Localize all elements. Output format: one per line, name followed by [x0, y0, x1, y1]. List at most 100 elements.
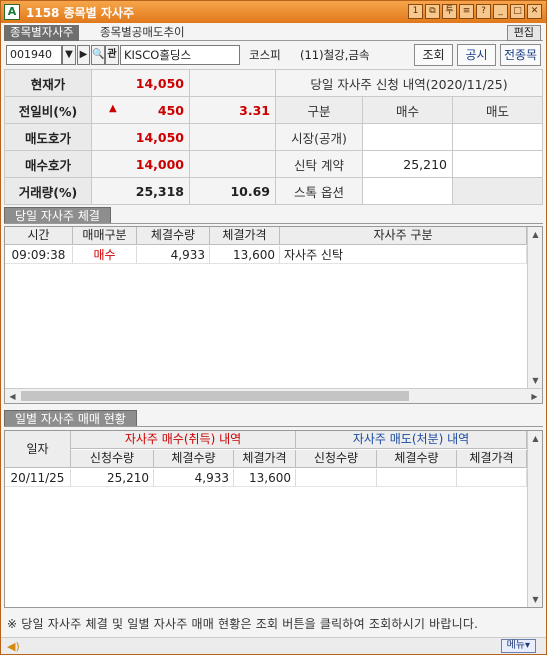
daily-date[interactable]: 20/11/25	[5, 469, 71, 487]
ask-price-label: 매도호가	[4, 123, 92, 151]
window-controls: 1 ⧉ 투 ≡ ? _ □ ✕	[408, 4, 542, 19]
daily-buy-qty[interactable]: 4,933	[154, 469, 234, 487]
daily-buy-price[interactable]: 13,600	[234, 469, 296, 487]
next-arrow-icon[interactable]: ▶	[77, 45, 90, 65]
help-button[interactable]: ?	[476, 4, 491, 19]
scroll-up-icon[interactable]: ▲	[528, 431, 543, 446]
scroll-left-icon[interactable]: ◀	[5, 389, 20, 404]
col-buy-exec-price[interactable]: 체결가격	[234, 450, 296, 468]
app-header-sell: 매도	[452, 96, 543, 124]
app-row-option-label: 스톡 옵션	[275, 177, 363, 205]
up-arrow-icon: ▲	[109, 102, 117, 114]
col-treasury-category[interactable]: 자사주 구분	[280, 227, 527, 245]
search-bar: 001940 ▼ ▶ 🔍 관 KISCO홀딩스 코스피 (11)철강,금속 조회…	[4, 44, 543, 66]
buy-group-header[interactable]: 자사주 매수(취득) 내역	[71, 431, 296, 449]
industry-label: (11)철강,금속	[300, 48, 370, 62]
volume-percent: 10.69	[189, 177, 276, 205]
edit-button[interactable]: 편집	[506, 25, 541, 41]
close-button[interactable]: ✕	[527, 4, 542, 19]
search-icon[interactable]: 🔍	[91, 45, 105, 65]
query-button[interactable]: 조회	[414, 44, 453, 66]
tab-short-sell-trend[interactable]: 종목별공매도추이	[94, 25, 191, 41]
col-buy-request-qty[interactable]: 신청수량	[71, 450, 154, 468]
bid-price-label: 매수호가	[4, 150, 92, 178]
trade-time[interactable]: 09:09:38	[5, 246, 73, 264]
daily-vscrollbar[interactable]: ▲ ▼	[527, 431, 542, 607]
trade-qty[interactable]: 4,933	[137, 246, 210, 264]
invest-button[interactable]: 투	[442, 4, 457, 19]
daily-buy-request[interactable]: 25,210	[71, 469, 154, 487]
hscroll-thumb[interactable]	[21, 391, 409, 401]
app-row-market-sell	[452, 123, 543, 151]
dropdown-arrow-icon[interactable]: ▼	[62, 45, 76, 65]
notice-text: ※ 당일 자사주 체결 및 일별 자사주 매매 현황은 조회 버튼을 클릭하여 …	[7, 617, 479, 631]
maximize-button[interactable]: □	[510, 4, 525, 19]
change-label: 전일비(%)	[4, 96, 92, 124]
tab-stock-treasury[interactable]: 종목별자사주	[4, 25, 80, 41]
link-number-button[interactable]: 1	[408, 4, 423, 19]
scroll-down-icon[interactable]: ▼	[528, 373, 543, 388]
app-row-market-label: 시장(공개)	[275, 123, 363, 151]
app-row-market-buy	[362, 123, 453, 151]
current-price-label: 현재가	[4, 69, 92, 97]
status-bar: ◀) 메뉴▾	[1, 637, 546, 654]
today-section-title: 당일 자사주 체결	[4, 207, 111, 224]
scroll-right-icon[interactable]: ▶	[527, 389, 542, 404]
app-icon: A	[4, 4, 20, 20]
sell-group-header[interactable]: 자사주 매도(처분) 내역	[296, 431, 527, 449]
trade-category[interactable]: 자사주 신탁	[280, 246, 527, 264]
stock-name-field[interactable]: KISCO홀딩스	[120, 45, 240, 65]
col-sell-exec-price[interactable]: 체결가격	[457, 450, 527, 468]
bid-price-value: 14,000	[91, 150, 190, 178]
today-trades-grid: 시간 매매구분 체결수량 체결가격 자사주 구분 09:09:38 매수 4,9…	[4, 226, 543, 404]
daily-section-title: 일별 자사주 매매 현황	[4, 410, 137, 427]
disclosure-button[interactable]: 공시	[457, 44, 496, 66]
copy-window-button[interactable]: ⧉	[425, 4, 440, 19]
today-vscrollbar[interactable]: ▲ ▼	[527, 227, 542, 388]
col-date[interactable]: 일자	[5, 431, 71, 468]
app-row-trust-label: 신탁 계약	[275, 150, 363, 178]
col-trade-type[interactable]: 매매구분	[73, 227, 137, 245]
title-bar[interactable]: A 1158 종목별 자사주 1 ⧉ 투 ≡ ? _ □ ✕	[1, 1, 546, 23]
col-buy-exec-qty[interactable]: 체결수량	[154, 450, 234, 468]
quote-table: 현재가 14,050 당일 자사주 신청 내역(2020/11/25) 전일비(…	[4, 69, 543, 205]
tab-bar: 종목별자사주 종목별공매도추이 편집	[4, 25, 543, 41]
app-header-category: 구분	[275, 96, 363, 124]
main-window: A 1158 종목별 자사주 1 ⧉ 투 ≡ ? _ □ ✕ 종목별자사주 종목…	[0, 0, 547, 655]
col-exec-price[interactable]: 체결가격	[210, 227, 280, 245]
app-row-trust-buy: 25,210	[362, 150, 453, 178]
app-row-trust-sell	[452, 150, 543, 178]
col-time[interactable]: 시간	[5, 227, 73, 245]
window-title: 1158 종목별 자사주	[26, 5, 134, 20]
ask-price-value: 14,050	[91, 123, 190, 151]
all-stocks-button[interactable]: 전종목	[500, 44, 541, 66]
trade-type[interactable]: 매수	[73, 246, 137, 264]
menu-button[interactable]: 메뉴▾	[500, 639, 536, 653]
col-sell-exec-qty[interactable]: 체결수량	[377, 450, 457, 468]
related-icon[interactable]: 관	[105, 45, 119, 65]
application-title: 당일 자사주 신청 내역(2020/11/25)	[275, 69, 543, 97]
settings-button[interactable]: ≡	[459, 4, 474, 19]
stock-code-input[interactable]: 001940	[6, 45, 62, 65]
volume-label: 거래량(%)	[4, 177, 92, 205]
daily-sell-qty[interactable]	[377, 469, 457, 487]
daily-sell-request[interactable]	[296, 469, 377, 487]
daily-sell-price[interactable]	[457, 469, 527, 487]
current-price-value: 14,050	[91, 69, 190, 97]
change-value: ▲ 450	[91, 96, 190, 124]
market-label: 코스피	[249, 48, 281, 62]
col-exec-qty[interactable]: 체결수량	[137, 227, 210, 245]
speaker-icon[interactable]: ◀)	[7, 640, 20, 653]
minimize-button[interactable]: _	[493, 4, 508, 19]
col-sell-request-qty[interactable]: 신청수량	[296, 450, 377, 468]
today-hscrollbar[interactable]: ◀ ▶	[5, 388, 542, 403]
app-row-option-sell	[452, 177, 543, 205]
app-header-buy: 매수	[362, 96, 453, 124]
volume-value: 25,318	[91, 177, 190, 205]
scroll-down-icon[interactable]: ▼	[528, 592, 543, 607]
scroll-up-icon[interactable]: ▲	[528, 227, 543, 242]
change-percent: 3.31	[189, 96, 276, 124]
trade-price[interactable]: 13,600	[210, 246, 280, 264]
daily-trades-grid: 일자 자사주 매수(취득) 내역 자사주 매도(처분) 내역 신청수량 체결수량…	[4, 430, 543, 608]
app-row-option-buy	[362, 177, 453, 205]
